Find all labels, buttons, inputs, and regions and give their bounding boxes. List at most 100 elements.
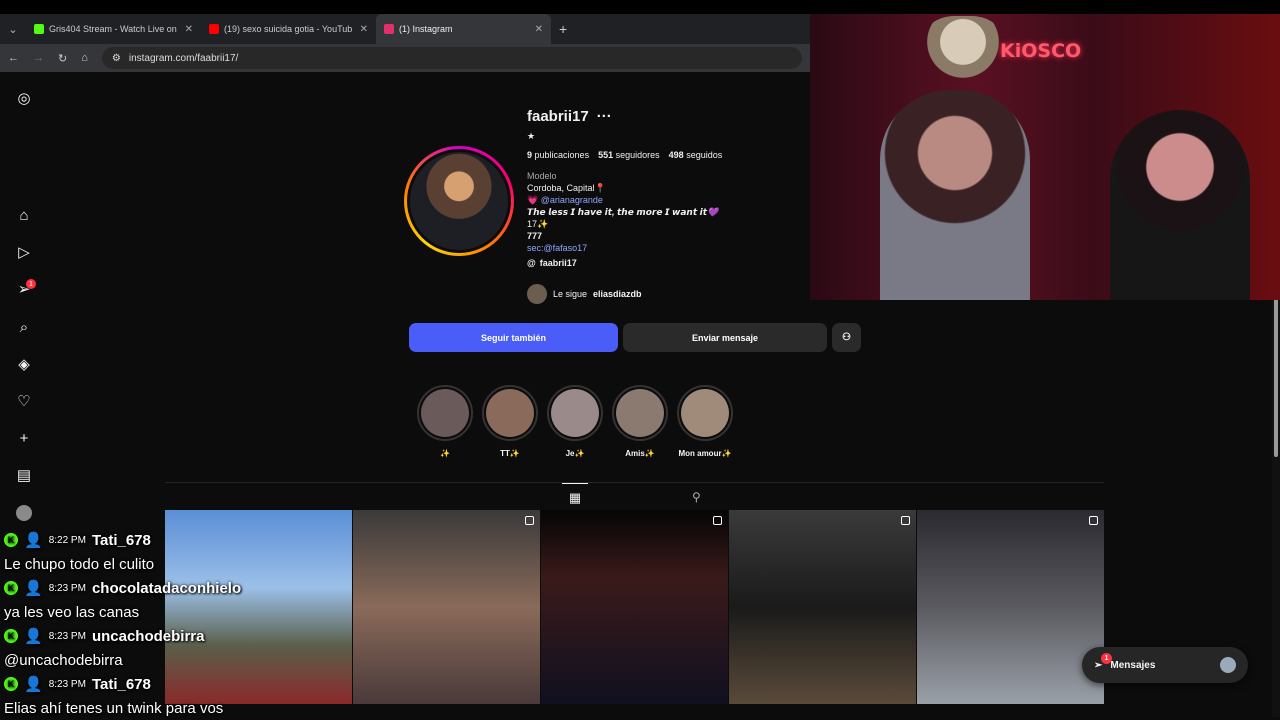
- post-thumbnail[interactable]: [353, 510, 540, 704]
- highlight-cover: [421, 389, 469, 437]
- chat-time: 8:22 PM: [48, 534, 86, 546]
- highlight-cover: [616, 389, 664, 437]
- chat-username: Tati_678: [91, 675, 151, 693]
- highlight-cover: [681, 389, 729, 437]
- messages-badge: 1: [1101, 653, 1112, 664]
- dashboard-icon[interactable]: ▤: [14, 465, 34, 485]
- reels-icon[interactable]: ▷: [14, 242, 34, 262]
- stream-chat-overlay: K 👤 8:22 PM Tati_678 Le chupo todo el cu…: [0, 528, 260, 720]
- tab-youtube[interactable]: (19) sexo suicida gotia - YouTub ✕: [201, 14, 376, 44]
- close-tab-icon[interactable]: ✕: [360, 24, 368, 35]
- bio-mention-link[interactable]: 💗 @arianagrande: [527, 194, 722, 206]
- threads-link[interactable]: @ faabrii17: [527, 257, 722, 269]
- bio-secondary-account-link[interactable]: sec:@fafaso17: [527, 242, 722, 254]
- home-icon[interactable]: ⌂: [81, 52, 88, 64]
- highlight-label: Je✨: [565, 449, 585, 458]
- kick-icon: K: [4, 677, 18, 691]
- messages-label: Mensajes: [1110, 659, 1156, 671]
- carousel-icon: [713, 516, 722, 525]
- new-tab-icon[interactable]: +: [551, 21, 567, 37]
- chat-username: Tati_678: [91, 531, 151, 549]
- youtube-favicon-icon: [209, 24, 219, 34]
- following-count[interactable]: 498 seguidos: [669, 150, 723, 160]
- profile-avatar[interactable]: [14, 503, 34, 523]
- bio-line: 17✨: [527, 219, 549, 229]
- profile-category: Modelo: [527, 171, 557, 181]
- tab-title: Gris404 Stream - Watch Live on: [49, 24, 177, 34]
- more-options-icon[interactable]: ···: [597, 108, 612, 125]
- neon-sign: KiOSCO: [1000, 40, 1082, 62]
- tagged-tab-icon[interactable]: ⚲: [692, 483, 701, 511]
- suggested-accounts-icon[interactable]: ⚇: [832, 323, 861, 352]
- home-nav-icon[interactable]: ⌂: [14, 205, 34, 225]
- instagram-logo-icon[interactable]: ◎: [14, 88, 34, 108]
- tab-instagram[interactable]: (1) Instagram ✕: [376, 14, 551, 44]
- scrollbar[interactable]: [1272, 297, 1280, 717]
- reload-icon[interactable]: ↻: [58, 52, 67, 65]
- user-icon: 👤: [24, 628, 43, 645]
- threads-icon: @: [527, 258, 536, 268]
- chat-time: 8:23 PM: [48, 678, 86, 690]
- messages-widget[interactable]: ➢ 1 Mensajes: [1082, 647, 1248, 683]
- highlight-item[interactable]: Mon amour✨: [677, 385, 733, 458]
- instagram-favicon-icon: [384, 24, 394, 34]
- post-thumbnail[interactable]: [541, 510, 728, 704]
- chat-username: chocolatadaconhielo: [91, 579, 242, 597]
- highlight-item[interactable]: Amis✨: [612, 385, 668, 458]
- profile-username: faabrii17: [527, 108, 589, 125]
- highlight-cover: [551, 389, 599, 437]
- close-tab-icon[interactable]: ✕: [535, 24, 543, 35]
- address-bar: ← → ↻ ⌂ ⚙ instagram.com/faabrii17/: [0, 44, 810, 72]
- followed-by-user: eliasdiazdb: [593, 289, 642, 299]
- followers-count[interactable]: 551 seguidores: [598, 150, 660, 160]
- highlight-label: Mon amour✨: [678, 449, 732, 458]
- kick-icon: K: [4, 581, 18, 595]
- url-input[interactable]: ⚙ instagram.com/faabrii17/: [101, 47, 802, 69]
- highlight-label: ✨: [440, 449, 450, 458]
- back-icon[interactable]: ←: [8, 52, 19, 64]
- streamer-right: [1110, 110, 1250, 300]
- user-icon: 👤: [24, 532, 43, 549]
- highlight-item[interactable]: TT✨: [482, 385, 538, 458]
- chat-header: K 👤 8:22 PM Tati_678: [0, 528, 260, 552]
- carousel-icon: [901, 516, 910, 525]
- follow-back-button[interactable]: Seguir también: [409, 323, 618, 352]
- posts-grid-tab-icon[interactable]: ▦: [562, 483, 588, 511]
- profile-info: faabrii17 ··· ★ 9 publicaciones 551 segu…: [527, 108, 722, 269]
- tab-kick[interactable]: Gris404 Stream - Watch Live on ✕: [26, 14, 201, 44]
- chat-time: 8:23 PM: [48, 582, 86, 594]
- highlight-cover: [486, 389, 534, 437]
- chat-message: ya les veo las canas: [4, 603, 140, 621]
- send-message-button[interactable]: Enviar mensaje: [623, 323, 827, 352]
- tab-title: (19) sexo suicida gotia - YouTub: [224, 24, 353, 34]
- post-thumbnail[interactable]: [729, 510, 916, 704]
- highlight-item[interactable]: ✨: [417, 385, 473, 458]
- chat-message: @uncachodebirra: [4, 651, 123, 669]
- explore-icon[interactable]: ◈: [14, 354, 34, 374]
- post-thumbnail[interactable]: [917, 510, 1104, 704]
- highlight-item[interactable]: Je✨: [547, 385, 603, 458]
- forward-icon[interactable]: →: [33, 52, 44, 64]
- kick-favicon-icon: [34, 24, 44, 34]
- heart-icon[interactable]: ♡: [14, 391, 34, 411]
- site-info-icon[interactable]: ⚙: [112, 53, 121, 64]
- bio-line: 𝙏𝙝𝙚 𝙡𝙚𝙨𝙨 𝙄 𝙝𝙖𝙫𝙚 𝙞𝙩, 𝙩𝙝𝙚 𝙢𝙤𝙧𝙚 𝙄 𝙬𝙖𝙣𝙩 𝙞𝙩💜: [527, 207, 719, 217]
- close-tab-icon[interactable]: ✕: [185, 24, 193, 35]
- story-highlights: ✨ TT✨ Je✨ Amis✨ Mon amour✨: [417, 385, 733, 458]
- highlight-label: Amis✨: [625, 449, 655, 458]
- notification-badge: 1: [26, 279, 36, 289]
- posts-count: 9 publicaciones: [527, 150, 590, 160]
- user-icon: 👤: [24, 580, 43, 597]
- chat-message: Elias ahí tenes un twink para vos: [4, 699, 224, 717]
- followed-by[interactable]: Le sigue eliasdiazdb: [527, 284, 642, 304]
- search-icon[interactable]: ⌕: [14, 317, 34, 337]
- profile-stats: 9 publicaciones 551 seguidores 498 segui…: [527, 150, 722, 160]
- scrollbar-thumb[interactable]: [1274, 297, 1278, 457]
- posts-grid: [165, 510, 1104, 704]
- cat-sticker: [920, 16, 1006, 90]
- tab-search-button[interactable]: ⌄: [0, 14, 26, 44]
- profile-picture: [410, 152, 508, 250]
- create-icon[interactable]: +: [14, 428, 34, 448]
- chat-header: K 👤 8:23 PM uncachodebirra: [0, 624, 260, 648]
- follower-avatar: [527, 284, 547, 304]
